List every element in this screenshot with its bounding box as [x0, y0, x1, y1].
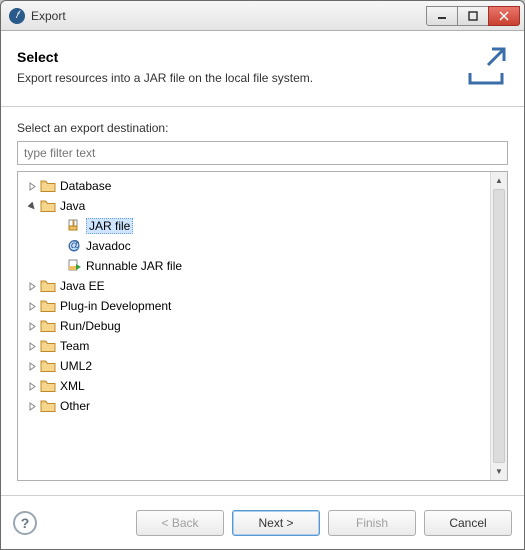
window-title: Export — [31, 9, 427, 23]
tree-item-label: Plug-in Development — [60, 299, 171, 313]
tree-item-label: JAR file — [86, 218, 133, 234]
folder-icon — [40, 298, 56, 314]
close-button[interactable] — [488, 6, 520, 26]
tree-item-label: XML — [60, 379, 85, 393]
folder-icon — [40, 278, 56, 294]
folder-icon — [40, 178, 56, 194]
runnable-jar-icon — [66, 258, 82, 274]
tree-item-label: Run/Debug — [60, 319, 121, 333]
tree-item[interactable]: Java EE — [18, 276, 490, 296]
titlebar[interactable]: 𝑓 Export — [1, 1, 524, 31]
tree-item-label: Java EE — [60, 279, 105, 293]
page-title: Select — [17, 49, 452, 65]
javadoc-icon: @ — [66, 238, 82, 254]
tree-item[interactable]: Database — [18, 176, 490, 196]
folder-icon — [40, 358, 56, 374]
folder-icon — [40, 398, 56, 414]
filter-input[interactable] — [17, 141, 508, 165]
page-description: Export resources into a JAR file on the … — [17, 71, 452, 85]
tree-item-label: Runnable JAR file — [86, 259, 182, 273]
tree-item-label: Team — [60, 339, 89, 353]
tree-item[interactable]: JAR file — [18, 216, 490, 236]
tree-item[interactable]: Plug-in Development — [18, 296, 490, 316]
tree-item[interactable]: XML — [18, 376, 490, 396]
tree-item[interactable]: Java — [18, 196, 490, 216]
window-buttons — [427, 6, 520, 26]
cancel-button[interactable]: Cancel — [424, 510, 512, 536]
export-tree[interactable]: Database JavaJAR file @ Javadoc Runnable JAR… — [18, 172, 490, 480]
wizard-body: Select an export destination: Database Ja… — [1, 107, 524, 495]
expand-icon[interactable] — [26, 400, 38, 412]
expand-icon[interactable] — [26, 280, 38, 292]
help-button[interactable]: ? — [13, 511, 37, 535]
expand-icon[interactable] — [26, 300, 38, 312]
export-dialog: 𝑓 Export Select Export resources into a … — [0, 0, 525, 550]
tree-item-label: UML2 — [60, 359, 92, 373]
wizard-footer: ? < Back Next > Finish Cancel — [1, 495, 524, 549]
tree-container: Database JavaJAR file @ Javadoc Runnable JAR… — [17, 171, 508, 481]
scrollbar[interactable]: ▲ ▼ — [490, 172, 507, 480]
expand-icon[interactable] — [26, 320, 38, 332]
folder-icon — [40, 318, 56, 334]
expander-spacer — [52, 260, 64, 272]
tree-item-label: Other — [60, 399, 90, 413]
scroll-down-arrow[interactable]: ▼ — [491, 463, 507, 480]
scroll-up-arrow[interactable]: ▲ — [491, 172, 507, 189]
expand-icon[interactable] — [26, 180, 38, 192]
tree-item-label: Database — [60, 179, 111, 193]
tree-item[interactable]: @ Javadoc — [18, 236, 490, 256]
app-icon: 𝑓 — [9, 8, 25, 24]
expander-spacer — [52, 220, 64, 232]
finish-button[interactable]: Finish — [328, 510, 416, 536]
wizard-header: Select Export resources into a JAR file … — [1, 31, 524, 107]
tree-item[interactable]: UML2 — [18, 356, 490, 376]
collapse-icon[interactable] — [26, 200, 38, 212]
tree-item[interactable]: Run/Debug — [18, 316, 490, 336]
svg-text:@: @ — [68, 238, 80, 252]
maximize-button[interactable] — [457, 6, 489, 26]
expand-icon[interactable] — [26, 340, 38, 352]
tree-item-label: Javadoc — [86, 239, 131, 253]
minimize-button[interactable] — [426, 6, 458, 26]
folder-icon — [40, 198, 56, 214]
back-button[interactable]: < Back — [136, 510, 224, 536]
expand-icon[interactable] — [26, 380, 38, 392]
expander-spacer — [52, 240, 64, 252]
expand-icon[interactable] — [26, 360, 38, 372]
tree-item-label: Java — [60, 199, 85, 213]
next-button[interactable]: Next > — [232, 510, 320, 536]
tree-item[interactable]: Other — [18, 396, 490, 416]
tree-item[interactable]: Team — [18, 336, 490, 356]
destination-label: Select an export destination: — [17, 121, 508, 135]
scroll-thumb[interactable] — [493, 189, 505, 463]
folder-icon — [40, 378, 56, 394]
jar-icon — [66, 218, 82, 234]
tree-item[interactable]: Runnable JAR file — [18, 256, 490, 276]
folder-icon — [40, 338, 56, 354]
export-icon — [464, 43, 508, 90]
